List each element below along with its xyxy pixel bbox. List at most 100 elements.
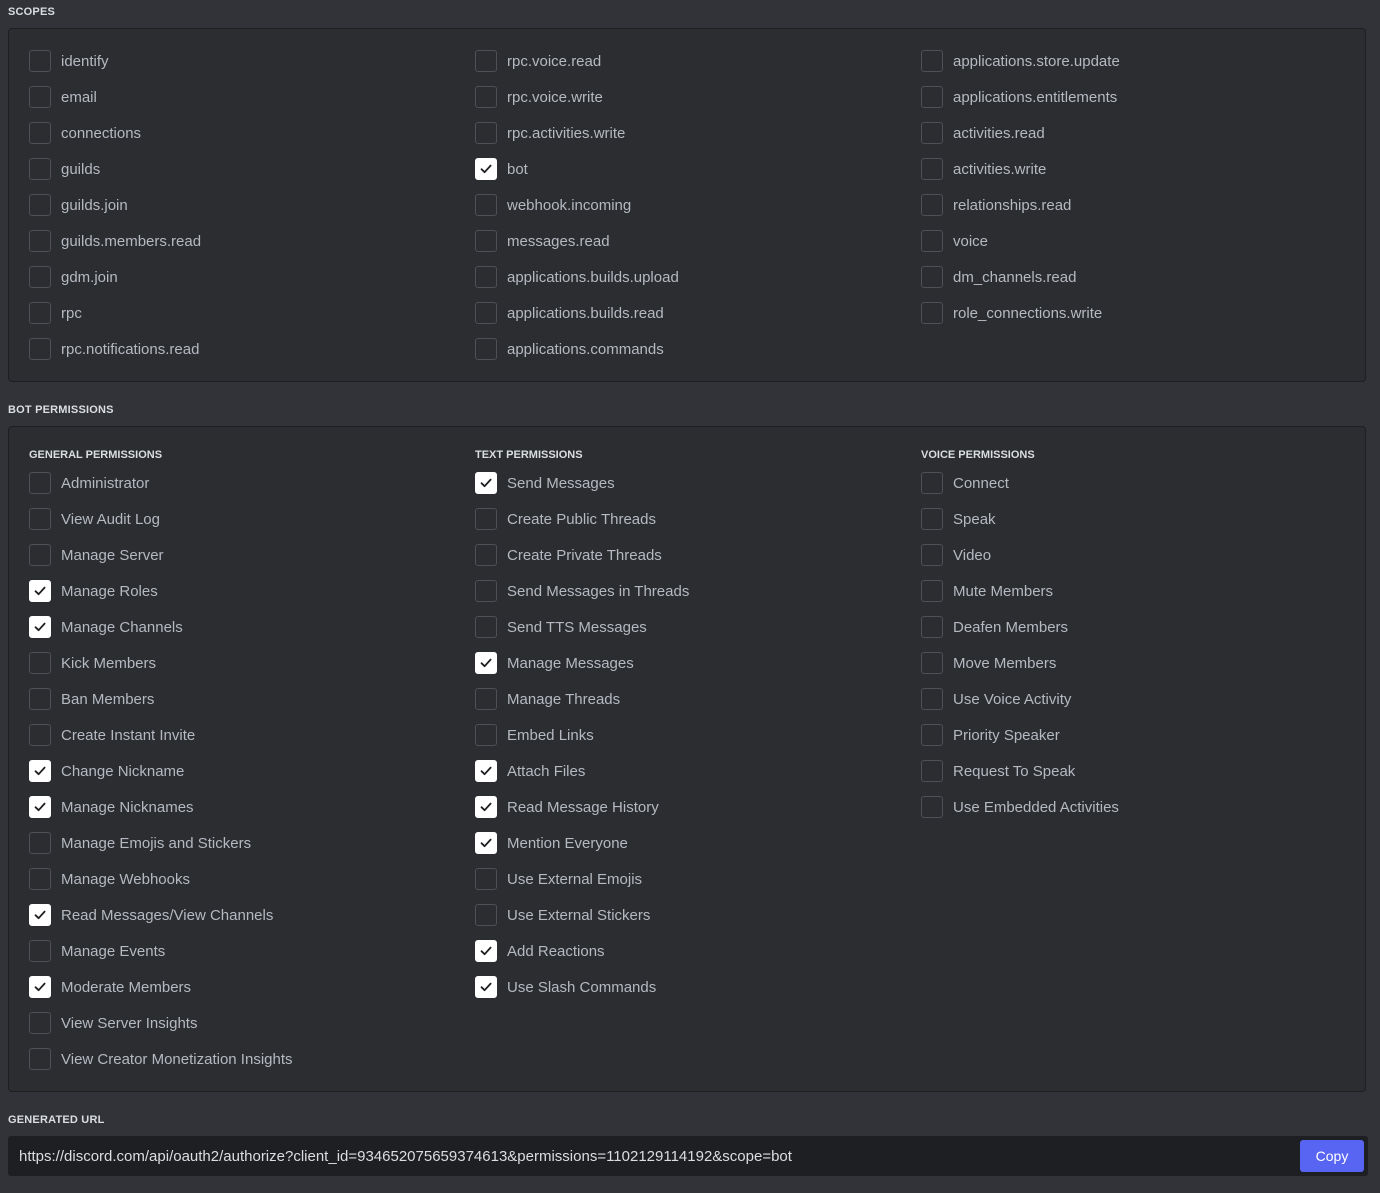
checkbox-box[interactable]: [475, 544, 497, 566]
checkbox-use-slash-commands[interactable]: Use Slash Commands: [475, 975, 656, 999]
checkbox-box[interactable]: [29, 904, 51, 926]
checkbox-box[interactable]: [29, 158, 51, 180]
checkbox-connections[interactable]: connections: [29, 121, 141, 145]
generated-url-text[interactable]: https://discord.com/api/oauth2/authorize…: [19, 1148, 792, 1165]
checkbox-box[interactable]: [475, 472, 497, 494]
checkbox-box[interactable]: [921, 230, 943, 252]
checkbox-identify[interactable]: identify: [29, 49, 109, 73]
checkbox-box[interactable]: [921, 508, 943, 530]
checkbox-box[interactable]: [475, 194, 497, 216]
checkbox-box[interactable]: [475, 86, 497, 108]
checkbox-box[interactable]: [29, 1012, 51, 1034]
checkbox-box[interactable]: [29, 194, 51, 216]
checkbox-box[interactable]: [921, 796, 943, 818]
checkbox-box[interactable]: [921, 652, 943, 674]
checkbox-manage-emojis-and-stickers[interactable]: Manage Emojis and Stickers: [29, 831, 251, 855]
checkbox-messages-read[interactable]: messages.read: [475, 229, 610, 253]
checkbox-view-creator-monetization-insights[interactable]: View Creator Monetization Insights: [29, 1047, 293, 1071]
checkbox-rpc-voice-write[interactable]: rpc.voice.write: [475, 85, 603, 109]
checkbox-box[interactable]: [475, 50, 497, 72]
checkbox-email[interactable]: email: [29, 85, 97, 109]
checkbox-box[interactable]: [475, 904, 497, 926]
checkbox-box[interactable]: [475, 616, 497, 638]
checkbox-box[interactable]: [475, 508, 497, 530]
checkbox-embed-links[interactable]: Embed Links: [475, 723, 594, 747]
checkbox-connect[interactable]: Connect: [921, 471, 1009, 495]
checkbox-create-instant-invite[interactable]: Create Instant Invite: [29, 723, 195, 747]
checkbox-box[interactable]: [921, 266, 943, 288]
checkbox-create-private-threads[interactable]: Create Private Threads: [475, 543, 662, 567]
checkbox-box[interactable]: [475, 266, 497, 288]
checkbox-box[interactable]: [29, 832, 51, 854]
checkbox-box[interactable]: [475, 158, 497, 180]
checkbox-use-voice-activity[interactable]: Use Voice Activity: [921, 687, 1071, 711]
checkbox-rpc-voice-read[interactable]: rpc.voice.read: [475, 49, 601, 73]
checkbox-dm-channels-read[interactable]: dm_channels.read: [921, 265, 1076, 289]
checkbox-box[interactable]: [29, 508, 51, 530]
checkbox-box[interactable]: [475, 122, 497, 144]
checkbox-rpc[interactable]: rpc: [29, 301, 82, 325]
checkbox-box[interactable]: [29, 616, 51, 638]
copy-button[interactable]: Copy: [1300, 1140, 1364, 1172]
checkbox-applications-entitlements[interactable]: applications.entitlements: [921, 85, 1117, 109]
checkbox-move-members[interactable]: Move Members: [921, 651, 1056, 675]
checkbox-box[interactable]: [921, 580, 943, 602]
checkbox-box[interactable]: [475, 230, 497, 252]
checkbox-webhook-incoming[interactable]: webhook.incoming: [475, 193, 631, 217]
checkbox-box[interactable]: [475, 796, 497, 818]
checkbox-relationships-read[interactable]: relationships.read: [921, 193, 1071, 217]
checkbox-use-external-stickers[interactable]: Use External Stickers: [475, 903, 650, 927]
checkbox-send-messages-in-threads[interactable]: Send Messages in Threads: [475, 579, 689, 603]
checkbox-box[interactable]: [921, 544, 943, 566]
checkbox-box[interactable]: [921, 472, 943, 494]
checkbox-box[interactable]: [29, 472, 51, 494]
checkbox-box[interactable]: [921, 616, 943, 638]
checkbox-box[interactable]: [475, 940, 497, 962]
checkbox-change-nickname[interactable]: Change Nickname: [29, 759, 184, 783]
checkbox-role-connections-write[interactable]: role_connections.write: [921, 301, 1102, 325]
checkbox-box[interactable]: [475, 338, 497, 360]
checkbox-manage-channels[interactable]: Manage Channels: [29, 615, 183, 639]
checkbox-box[interactable]: [29, 338, 51, 360]
checkbox-kick-members[interactable]: Kick Members: [29, 651, 156, 675]
checkbox-rpc-notifications-read[interactable]: rpc.notifications.read: [29, 337, 199, 361]
checkbox-deafen-members[interactable]: Deafen Members: [921, 615, 1068, 639]
checkbox-box[interactable]: [921, 194, 943, 216]
checkbox-bot[interactable]: bot: [475, 157, 528, 181]
checkbox-box[interactable]: [29, 266, 51, 288]
checkbox-box[interactable]: [921, 302, 943, 324]
checkbox-box[interactable]: [29, 796, 51, 818]
checkbox-box[interactable]: [29, 1048, 51, 1070]
checkbox-box[interactable]: [29, 688, 51, 710]
checkbox-box[interactable]: [921, 86, 943, 108]
checkbox-box[interactable]: [475, 302, 497, 324]
checkbox-box[interactable]: [475, 688, 497, 710]
checkbox-attach-files[interactable]: Attach Files: [475, 759, 585, 783]
checkbox-box[interactable]: [29, 122, 51, 144]
checkbox-box[interactable]: [475, 724, 497, 746]
checkbox-priority-speaker[interactable]: Priority Speaker: [921, 723, 1060, 747]
checkbox-box[interactable]: [475, 760, 497, 782]
checkbox-box[interactable]: [475, 832, 497, 854]
checkbox-administrator[interactable]: Administrator: [29, 471, 149, 495]
checkbox-view-server-insights[interactable]: View Server Insights: [29, 1011, 197, 1035]
checkbox-applications-builds-upload[interactable]: applications.builds.upload: [475, 265, 679, 289]
checkbox-video[interactable]: Video: [921, 543, 991, 567]
checkbox-activities-write[interactable]: activities.write: [921, 157, 1046, 181]
checkbox-box[interactable]: [475, 580, 497, 602]
checkbox-applications-commands[interactable]: applications.commands: [475, 337, 664, 361]
checkbox-create-public-threads[interactable]: Create Public Threads: [475, 507, 656, 531]
checkbox-use-external-emojis[interactable]: Use External Emojis: [475, 867, 642, 891]
checkbox-read-messages-view-channels[interactable]: Read Messages/View Channels: [29, 903, 273, 927]
checkbox-box[interactable]: [29, 940, 51, 962]
checkbox-moderate-members[interactable]: Moderate Members: [29, 975, 191, 999]
checkbox-manage-server[interactable]: Manage Server: [29, 543, 164, 567]
checkbox-speak[interactable]: Speak: [921, 507, 996, 531]
checkbox-box[interactable]: [921, 688, 943, 710]
checkbox-request-to-speak[interactable]: Request To Speak: [921, 759, 1075, 783]
checkbox-box[interactable]: [475, 976, 497, 998]
checkbox-box[interactable]: [29, 50, 51, 72]
checkbox-guilds-members-read[interactable]: guilds.members.read: [29, 229, 201, 253]
checkbox-manage-nicknames[interactable]: Manage Nicknames: [29, 795, 194, 819]
checkbox-box[interactable]: [29, 580, 51, 602]
